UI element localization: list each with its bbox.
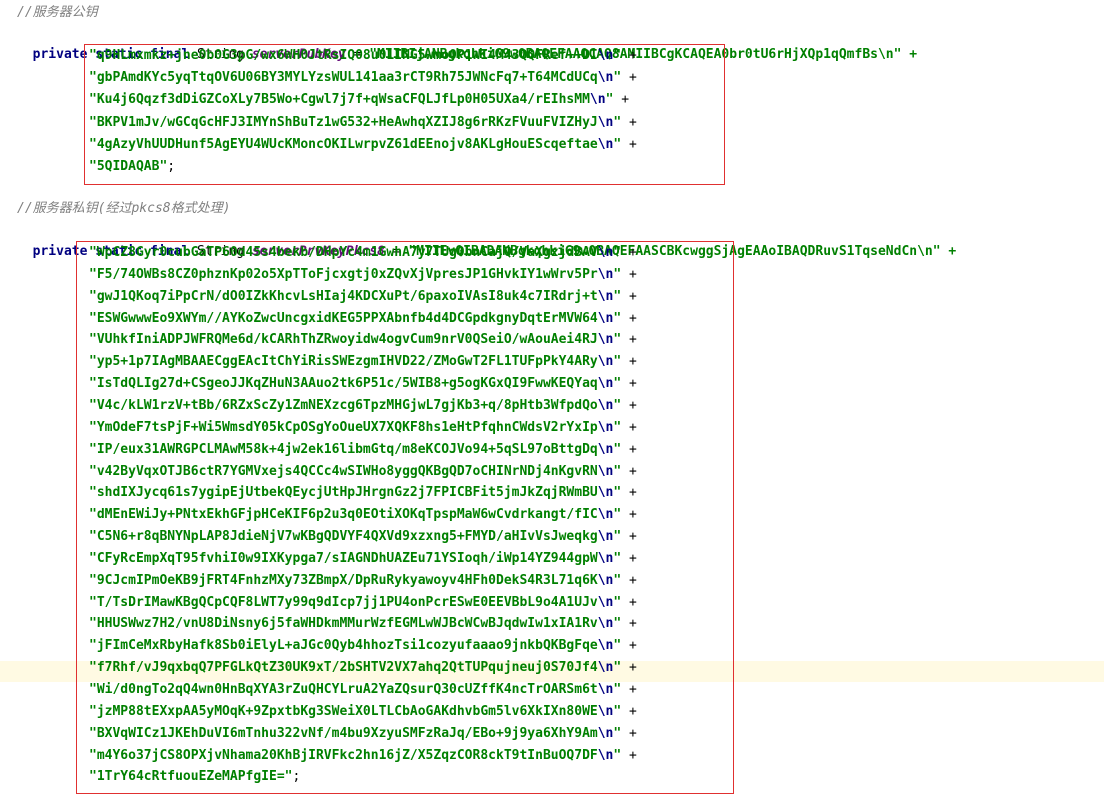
pub-key-highlight-box xyxy=(84,44,725,185)
prv-key-highlight-box xyxy=(76,241,734,794)
comment-server-public-key: //服务器公钥 xyxy=(17,5,98,20)
comment-server-private-key: //服务器私钥(经过pkcs8格式处理) xyxy=(17,201,231,216)
server-pub-key-declaration[interactable]: private static final String serverPubKey… xyxy=(17,23,917,62)
server-prv-key-declaration[interactable]: private static final String serverPrvKey… xyxy=(17,220,957,259)
code-editor[interactable]: { "comment1": "//服务器公钥", "decl1": { "mod… xyxy=(0,0,1104,802)
